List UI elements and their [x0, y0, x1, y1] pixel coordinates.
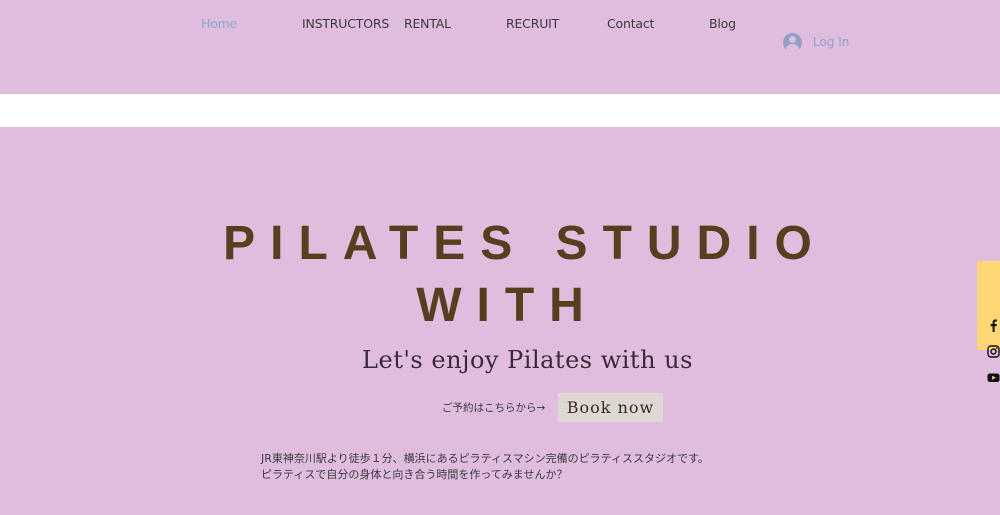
nav-item-recruit[interactable]: RECRUIT — [506, 16, 559, 31]
login-button[interactable]: Log In — [783, 32, 849, 52]
nav-item-contact[interactable]: Contact — [607, 16, 654, 31]
user-avatar-icon — [783, 32, 802, 52]
nav-item-instructors[interactable]: INSTRUCTORS — [302, 16, 389, 31]
nav-item-home[interactable]: Home — [201, 16, 237, 31]
hero-description-line2: ピラティスで自分の身体と向き合う時間を作ってみませんか？ — [261, 468, 568, 481]
header-divider-band — [0, 94, 1000, 127]
book-now-button[interactable]: Book now — [558, 393, 663, 422]
social-bar — [977, 261, 1000, 350]
hero-title-line1: PILATES STUDIO — [223, 217, 827, 270]
hero-subtitle: Let's enjoy Pilates with us — [362, 346, 693, 374]
youtube-icon[interactable] — [987, 371, 1000, 384]
instagram-icon[interactable] — [987, 345, 1000, 358]
facebook-icon[interactable] — [987, 319, 1000, 332]
hero-title-line2: WITH — [416, 279, 599, 332]
site-header: Home INSTRUCTORS RENTAL RECRUIT Contact … — [0, 0, 1000, 94]
nav-item-rental[interactable]: RENTAL — [404, 16, 451, 31]
nav-item-blog[interactable]: Blog — [709, 16, 736, 31]
hero-description-line1: JR東神奈川駅より徒歩１分、横浜にあるピラティスマシン完備のピラティススタジオで… — [261, 452, 709, 465]
login-label: Log In — [813, 35, 850, 49]
reserve-note: ご予約はこちらから→ — [442, 402, 546, 414]
